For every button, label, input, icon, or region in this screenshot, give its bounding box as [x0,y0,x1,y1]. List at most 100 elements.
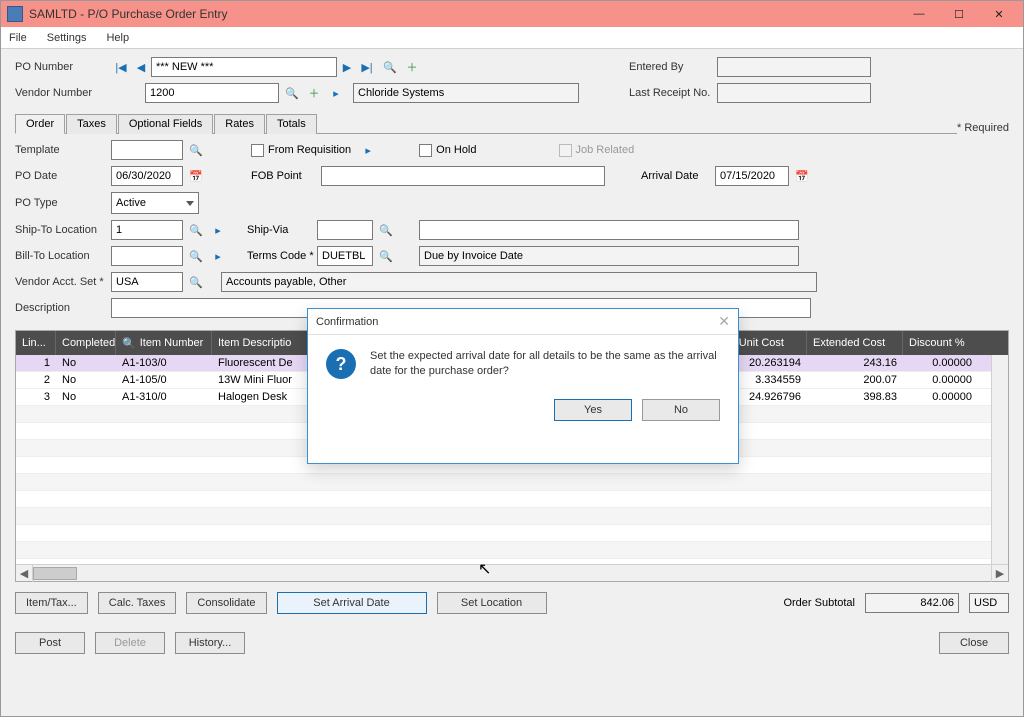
po-type-select[interactable]: Active [111,192,199,214]
shipto-finder-icon[interactable]: 🔍 [187,221,205,239]
table-row-empty [16,559,1008,564]
question-icon: ? [326,349,356,379]
from-requisition-checkbox[interactable]: From Requisition [251,144,351,157]
post-button[interactable]: Post [15,632,85,654]
template-input[interactable] [111,140,183,160]
tab-taxes[interactable]: Taxes [66,114,117,134]
order-tab-panel: Template 🔍 From Requisition ▸ On Hold Jo… [15,134,1009,326]
vendor-name-display [353,83,579,103]
shipto-label: Ship-To Location [15,224,111,236]
col-completed[interactable]: Completed [56,331,116,355]
new-record-icon[interactable]: ＋ [403,58,421,76]
history-button[interactable]: History... [175,632,245,654]
entered-by-input [717,57,871,77]
dialog-no-button[interactable]: No [642,399,720,421]
arrival-date-input[interactable] [715,166,789,186]
help-menu[interactable]: Help [106,32,129,44]
billto-label: Bill-To Location [15,250,111,262]
tab-rates[interactable]: Rates [214,114,265,134]
dialog-title: Confirmation [316,316,378,328]
scroll-right-icon[interactable]: ▶ [991,565,1008,582]
col-line[interactable]: Lin... [16,331,56,355]
scroll-thumb[interactable] [33,567,77,580]
set-arrival-date-button[interactable]: Set Arrival Date [277,592,427,614]
arrival-date-label: Arrival Date [641,170,715,182]
dialog-close-icon[interactable]: ✕ [718,313,730,330]
billto-drill-icon[interactable]: ▸ [209,247,227,265]
po-date-label: PO Date [15,170,111,182]
po-number-label: PO Number [15,61,111,73]
dialog-message: Set the expected arrival date for all de… [370,349,720,379]
tab-totals[interactable]: Totals [266,114,317,134]
col-discount-pct[interactable]: Discount % [903,331,978,355]
po-date-input[interactable] [111,166,183,186]
shipvia-desc-input[interactable] [419,220,799,240]
col-item-number[interactable]: 🔍Item Number [116,331,212,355]
prev-record-icon[interactable]: ◀ [132,58,150,76]
po-type-label: PO Type [15,197,111,209]
horizontal-scrollbar[interactable]: ◀ ▶ [16,564,1008,581]
table-row-empty [16,491,1008,508]
vendacct-desc-display [221,272,817,292]
vendor-new-icon[interactable]: ＋ [305,84,323,102]
delete-button: Delete [95,632,165,654]
minimize-button[interactable]: — [899,3,939,25]
vendor-drill-icon[interactable]: ▸ [327,84,345,102]
vendacct-finder-icon[interactable]: 🔍 [187,273,205,291]
table-row-empty [16,542,1008,559]
requisition-drill-icon[interactable]: ▸ [359,141,377,159]
billto-finder-icon[interactable]: 🔍 [187,247,205,265]
last-record-icon[interactable]: ▶| [358,58,376,76]
menubar: File Settings Help [1,27,1023,49]
template-finder-icon[interactable]: 🔍 [187,141,205,159]
close-window-button[interactable]: ✕ [979,3,1019,25]
entered-by-label: Entered By [629,61,717,73]
vertical-scrollbar[interactable] [991,355,1008,564]
terms-input[interactable] [317,246,373,266]
window-title: SAMLTD - P/O Purchase Order Entry [29,7,899,21]
required-indicator: * Required [957,122,1009,134]
search-icon: 🔍 [122,337,136,350]
job-related-checkbox: Job Related [559,144,635,157]
terms-finder-icon[interactable]: 🔍 [377,247,395,265]
shipvia-label: Ship-Via [247,224,317,236]
on-hold-checkbox[interactable]: On Hold [419,144,476,157]
arrival-date-calendar-icon[interactable]: 📅 [793,167,811,185]
order-subtotal-label: Order Subtotal [783,597,855,609]
set-location-button[interactable]: Set Location [437,592,547,614]
po-date-calendar-icon[interactable]: 📅 [187,167,205,185]
vendacct-input[interactable] [111,272,183,292]
next-record-icon[interactable]: ▶ [338,58,356,76]
billto-input[interactable] [111,246,183,266]
dialog-yes-button[interactable]: Yes [554,399,632,421]
first-record-icon[interactable]: |◀ [112,58,130,76]
col-extended-cost[interactable]: Extended Cost [807,331,903,355]
vendor-finder-icon[interactable]: 🔍 [283,84,301,102]
file-menu[interactable]: File [9,32,27,44]
vendor-number-input[interactable] [145,83,279,103]
settings-menu[interactable]: Settings [47,32,87,44]
confirmation-dialog: Confirmation ✕ ? Set the expected arriva… [307,308,739,464]
maximize-button[interactable]: ☐ [939,3,979,25]
po-number-input[interactable] [151,57,337,77]
vendor-number-label: Vendor Number [15,87,111,99]
shipvia-finder-icon[interactable]: 🔍 [377,221,395,239]
last-receipt-label: Last Receipt No. [629,87,717,99]
shipto-drill-icon[interactable]: ▸ [209,221,227,239]
table-row-empty [16,525,1008,542]
order-subtotal-value [865,593,959,613]
terms-desc-display [419,246,799,266]
titlebar: SAMLTD - P/O Purchase Order Entry — ☐ ✕ [1,1,1023,27]
tab-order[interactable]: Order [15,114,65,134]
shipto-input[interactable] [111,220,183,240]
calc-taxes-button[interactable]: Calc. Taxes [98,592,177,614]
close-button[interactable]: Close [939,632,1009,654]
item-tax-button[interactable]: Item/Tax... [15,592,88,614]
terms-label: Terms Code * [247,250,317,262]
scroll-left-icon[interactable]: ◀ [16,565,33,582]
shipvia-input[interactable] [317,220,373,240]
finder-icon[interactable]: 🔍 [381,58,399,76]
fob-point-input[interactable] [321,166,605,186]
tab-optional-fields[interactable]: Optional Fields [118,114,213,134]
consolidate-button[interactable]: Consolidate [186,592,266,614]
